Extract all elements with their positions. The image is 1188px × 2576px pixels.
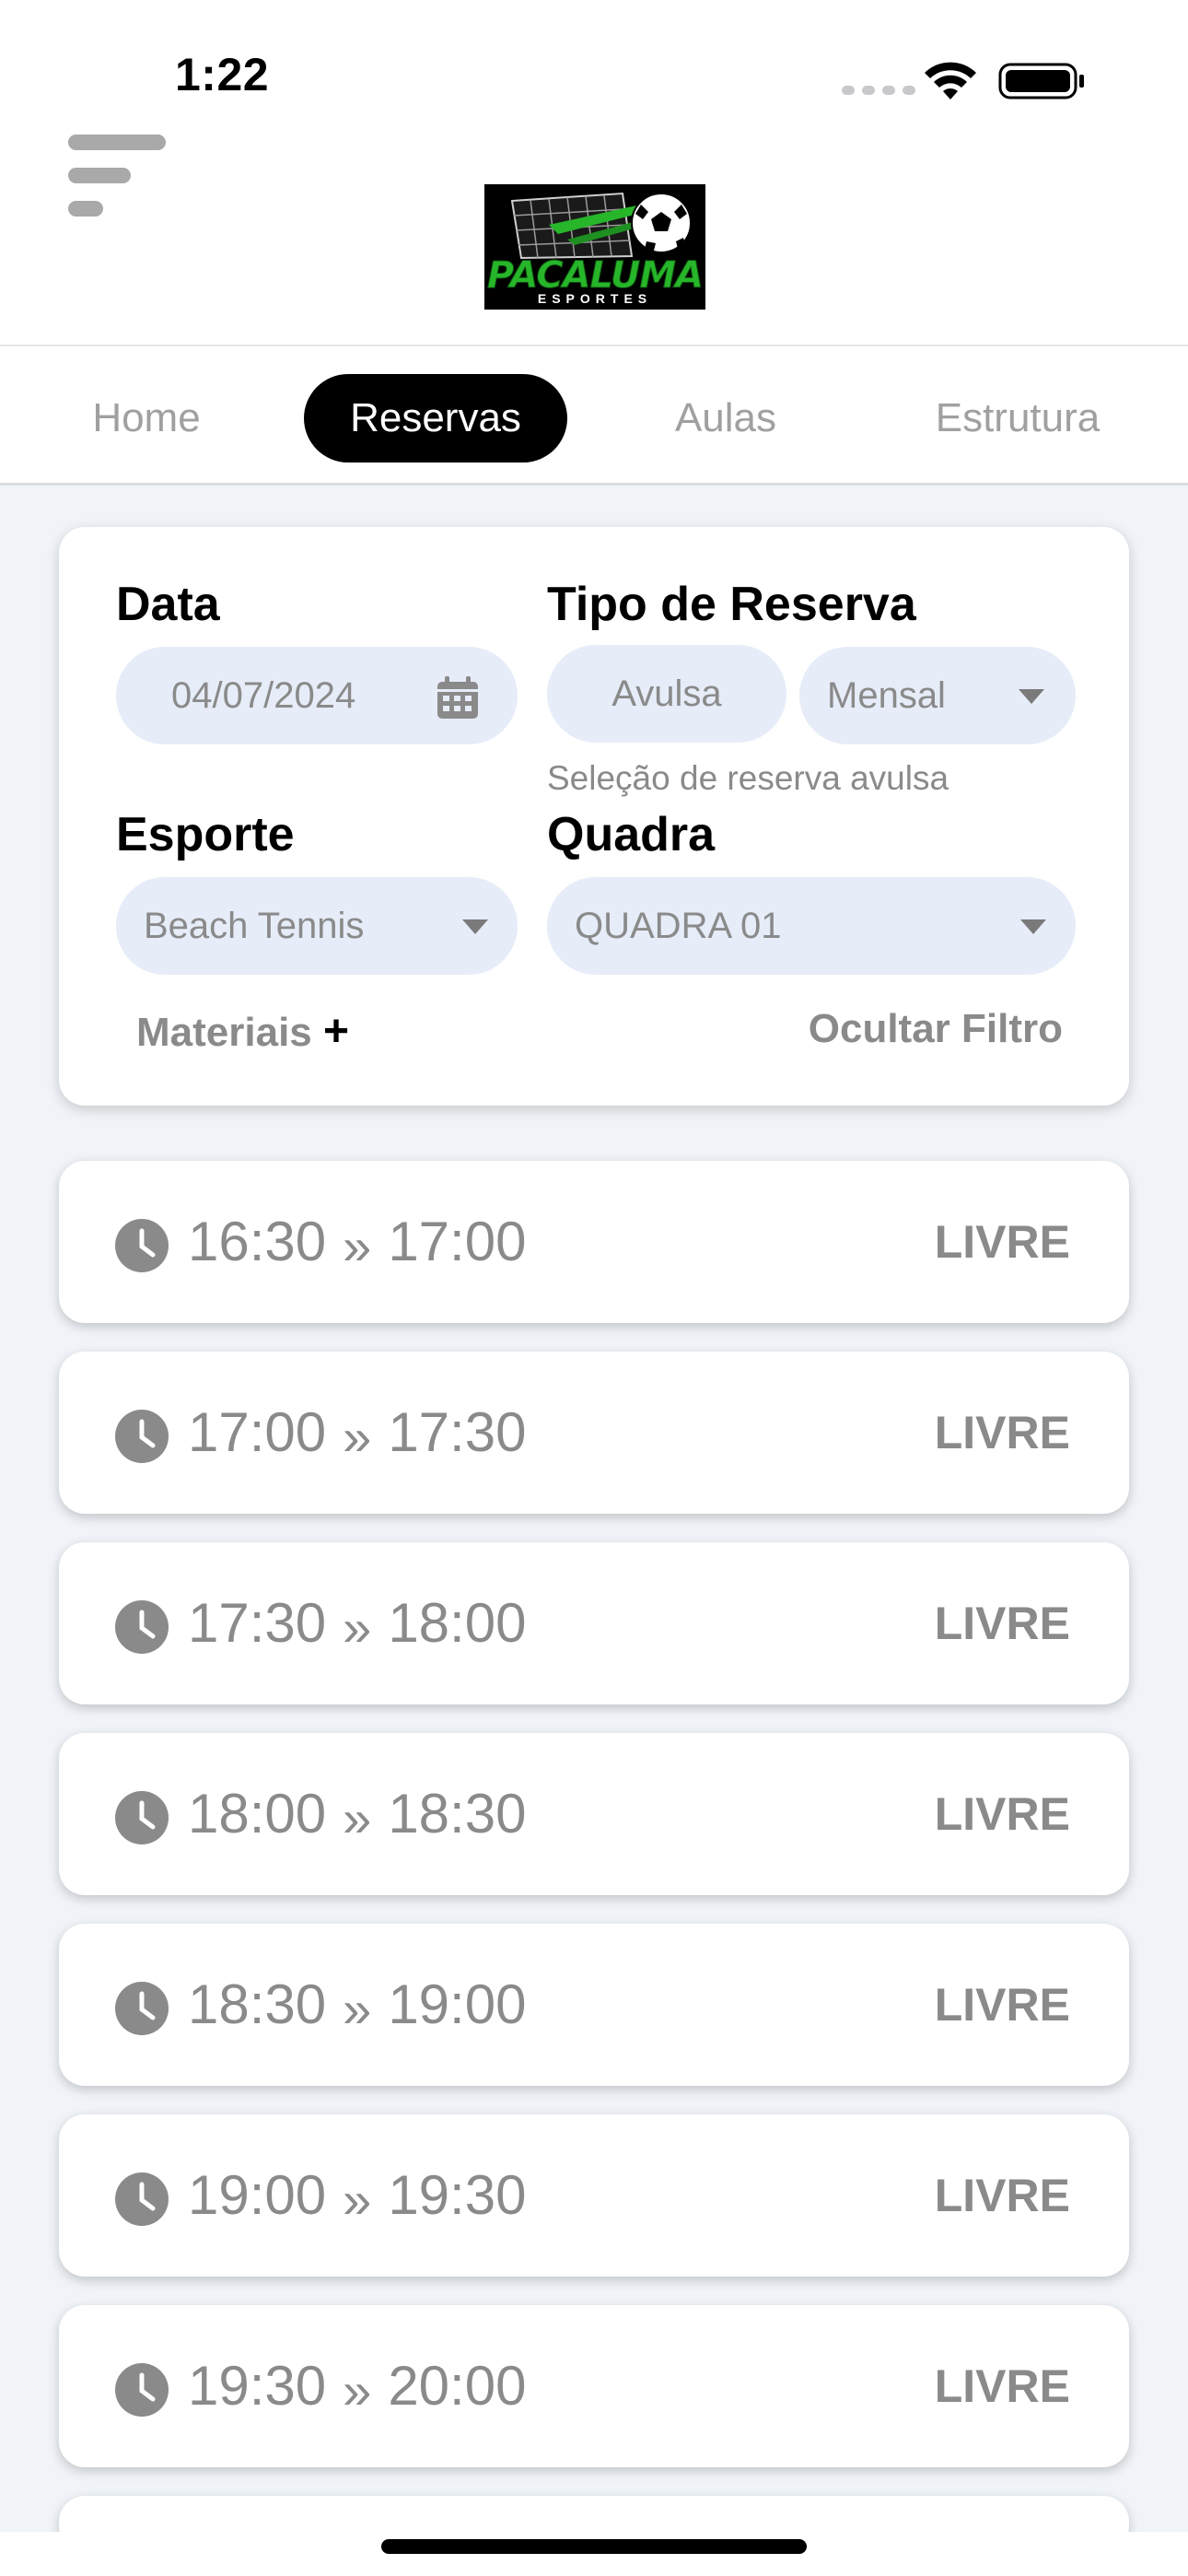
double-chevron-right-icon: » [343,2171,372,2229]
slot-time: 17:00 » 17:30 [188,1399,526,1467]
wifi-icon [925,62,976,100]
menu-icon[interactable] [68,131,169,219]
reservation-type-label: Tipo de Reserva [547,578,916,631]
slot-status: LIVRE [934,2170,1070,2221]
slot-status: LIVRE [934,1788,1070,1840]
slot-status: LIVRE [934,1216,1070,1268]
clock-icon [115,1791,169,1844]
court-value: QUADRA 01 [575,906,782,946]
time-slot[interactable]: 17:00 » 17:30 LIVRE [59,1352,1129,1514]
slot-start: 18:00 [188,1783,327,1844]
slot-end: 18:00 [388,1592,527,1654]
time-slot[interactable]: 16:30 » 17:00 LIVRE [59,1161,1129,1323]
slot-status: LIVRE [934,1407,1070,1458]
chevron-down-icon [462,919,488,934]
time-slot[interactable]: 18:00 » 18:30 LIVRE [59,1733,1129,1895]
tab-home[interactable]: Home [52,374,241,463]
clock-icon [115,1219,169,1272]
slot-time: 16:30 » 17:00 [188,1209,526,1276]
double-chevron-right-icon: » [343,2361,372,2419]
double-chevron-right-icon: » [343,1217,372,1275]
slot-time: 18:00 » 18:30 [188,1781,526,1848]
slot-time: 18:30 » 19:00 [188,1972,526,2039]
clock-icon [115,2172,169,2226]
slot-end: 18:30 [388,1783,527,1844]
date-label: Data [116,578,220,631]
type-avulsa-label: Avulsa [611,673,722,714]
slot-status: LIVRE [934,1598,1070,1649]
materials-button[interactable]: Materiais + [136,1006,349,1057]
slot-start: 17:00 [188,1401,327,1463]
tab-reservas[interactable]: Reservas [304,374,567,463]
type-mensal-label: Mensal [827,675,946,716]
slot-start: 18:30 [188,1973,327,2035]
clock-icon [115,2363,169,2417]
slot-time: 19:00 » 19:30 [188,2162,526,2230]
hide-filter-button[interactable]: Ocultar Filtro [809,1006,1063,1052]
double-chevron-right-icon: » [343,1980,372,2038]
sport-label: Esporte [116,808,295,861]
slot-start: 19:30 [188,2355,327,2417]
slot-time: 19:30 » 20:00 [188,2353,526,2420]
pacaluma-logo: PACALUMA ESPORTES [484,184,705,310]
chevron-down-icon [1020,919,1046,934]
battery-icon [998,63,1084,100]
double-chevron-right-icon: » [343,1789,372,1847]
filter-card: Data 04/07/2024 Tipo de Reserva Avulsa M… [59,527,1129,1106]
app-header: 1:22 PACALUMA ESPORTES [0,0,1188,345]
type-mensal-dropdown[interactable]: Mensal [799,647,1076,744]
tab-estrutura[interactable]: Estrutura [893,374,1142,463]
materials-label: Materiais [136,1010,312,1055]
slot-end: 20:00 [388,2355,527,2417]
slot-start: 17:30 [188,1592,327,1654]
slot-end: 17:00 [388,1211,527,1272]
logo-subtitle: ESPORTES [537,291,653,306]
time-slot[interactable]: 17:30 » 18:00 LIVRE [59,1542,1129,1704]
tab-bar: Home Reservas Aulas Estrutura [0,346,1188,483]
slot-end: 19:00 [388,1973,527,2035]
double-chevron-right-icon: » [343,1598,372,1657]
slot-end: 19:30 [388,2164,527,2226]
slot-start: 16:30 [188,1211,327,1272]
calendar-icon [437,676,478,719]
sport-value: Beach Tennis [144,906,365,946]
clock-icon [115,1982,169,2035]
tabs-divider [0,483,1188,486]
chevron-down-icon [1019,689,1044,704]
time-slot[interactable]: 18:30 » 19:00 LIVRE [59,1924,1129,2086]
date-value: 04/07/2024 [171,675,356,716]
time-slot[interactable]: 19:00 » 19:30 LIVRE [59,2114,1129,2277]
type-avulsa-button[interactable]: Avulsa [547,645,786,743]
home-indicator [381,2539,807,2554]
screen: 1:22 PACALUMA ESPORTES Home Reservas Aul… [0,0,1188,2576]
slot-start: 19:00 [188,2164,327,2226]
slot-status: LIVRE [934,2360,1070,2412]
date-picker[interactable]: 04/07/2024 [116,647,518,744]
plus-icon: + [323,1007,350,1056]
court-label: Quadra [547,808,716,861]
slot-time: 17:30 » 18:00 [188,1590,526,1657]
clock-icon [115,1410,169,1463]
tab-aulas[interactable]: Aulas [635,374,816,463]
type-hint: Seleção de reserva avulsa [547,759,949,797]
clock-icon [115,1600,169,1654]
double-chevron-right-icon: » [343,1408,372,1466]
sport-dropdown[interactable]: Beach Tennis [116,877,518,975]
status-time: 1:22 [175,49,270,100]
slot-end: 17:30 [388,1401,527,1463]
cellular-signal-icon [842,86,915,95]
slot-status: LIVRE [934,1979,1070,2031]
court-dropdown[interactable]: QUADRA 01 [547,877,1076,975]
time-slot[interactable]: 19:30 » 20:00 LIVRE [59,2305,1129,2467]
